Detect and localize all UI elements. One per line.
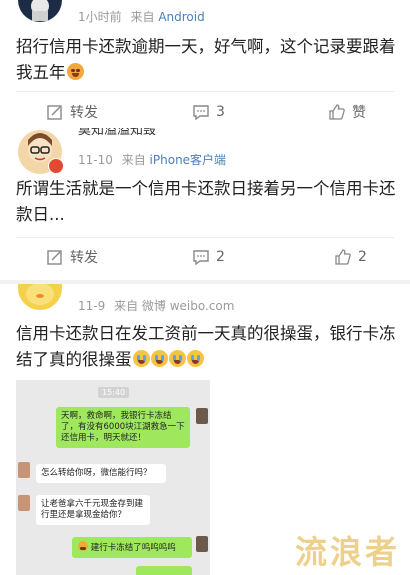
repost-icon: [47, 250, 62, 265]
chat-message-sent: 天啊，救命啊，我银行卡冻结了，有没有6000块江湖救急一下还信用卡，明天就还！: [56, 407, 190, 448]
post-source[interactable]: iPhone客户端: [150, 153, 227, 167]
crying-emoji-icon: [186, 350, 204, 367]
repost-button[interactable]: 转发: [46, 92, 98, 132]
post-time: 11-10: [78, 153, 113, 167]
post-meta: 11-10 来自 iPhone客户端: [78, 151, 226, 168]
like-button[interactable]: 赞: [328, 92, 366, 132]
post-image-chat-screenshot[interactable]: 15:40 天啊，救命啊，我银行卡冻结了，有没有6000块江湖救急一下还信用卡，…: [16, 380, 210, 575]
like-button[interactable]: 2: [334, 237, 367, 277]
like-count: 2: [358, 249, 367, 265]
post-source[interactable]: Android: [158, 10, 204, 24]
comment-icon: [193, 105, 209, 121]
via-label: 来自: [121, 153, 146, 167]
crying-emoji-icon: [132, 350, 150, 367]
angry-emoji-icon: [78, 541, 88, 551]
chat-timestamp: 15:40: [98, 387, 130, 398]
verified-badge-icon: [48, 158, 64, 174]
post-text-content: 信用卡还款日在发工资前一天真的很操蛋，银行卡冻结了真的很操蛋: [16, 324, 396, 369]
post-text: 所谓生活就是一个信用卡还款日接着另一个信用卡还款日...: [16, 179, 396, 224]
chat-message-sent: 建行卡冻结了呜呜呜呜: [72, 537, 192, 558]
avatar[interactable]: [18, 284, 62, 310]
repost-label: 转发: [70, 105, 98, 121]
chat-avatar: [196, 536, 208, 552]
avatar[interactable]: [18, 0, 62, 22]
chat-message-received: 怎么转给你呀，微信能行吗？: [36, 464, 166, 483]
post-time: 1小时前: [78, 10, 122, 24]
post-meta: 11-9 来自 微博 weibo.com: [78, 297, 234, 314]
post-text: 信用卡还款日在发工资前一天真的很操蛋，银行卡冻结了真的很操蛋: [16, 321, 398, 373]
post-text: 招行信用卡还款逾期一天，好气啊，这个记录要跟着我五年: [16, 34, 398, 86]
comment-count: 3: [216, 104, 225, 120]
chat-message-received: 让老爸拿六千元现金存到建行里还是拿现金给你？: [36, 495, 150, 525]
chat-message-sent: [136, 566, 192, 575]
watermark: 流浪者: [294, 533, 400, 571]
user-name[interactable]: 莫知溢溢知毁: [78, 128, 156, 138]
chat-message-text: 建行卡冻结了呜呜呜呜: [90, 543, 176, 553]
chat-avatar: [196, 408, 208, 424]
comment-count: 2: [216, 249, 225, 265]
repost-button[interactable]: 转发: [46, 237, 98, 277]
comment-icon: [193, 250, 209, 266]
post-meta: 1小时前 来自 Android: [78, 8, 205, 25]
repost-label: 转发: [70, 250, 98, 266]
post-source[interactable]: 微博 weibo.com: [142, 299, 235, 313]
crying-emoji-icon: [150, 350, 168, 367]
chat-avatar: [18, 462, 30, 478]
repost-icon: [47, 105, 62, 120]
crying-emoji-icon: [168, 350, 186, 367]
comment-button[interactable]: 3: [192, 92, 225, 132]
chat-avatar: [18, 495, 30, 511]
like-label: 赞: [352, 105, 366, 121]
post-time: 11-9: [78, 299, 106, 313]
post-actions-2: 转发 2 2: [0, 236, 410, 280]
via-label: 来自: [130, 10, 155, 24]
thumbs-up-icon: [335, 249, 351, 265]
via-label: 来自: [114, 299, 139, 313]
comment-button[interactable]: 2: [192, 237, 225, 277]
thumbs-up-icon: [329, 104, 345, 120]
angry-emoji-icon: [66, 63, 84, 80]
